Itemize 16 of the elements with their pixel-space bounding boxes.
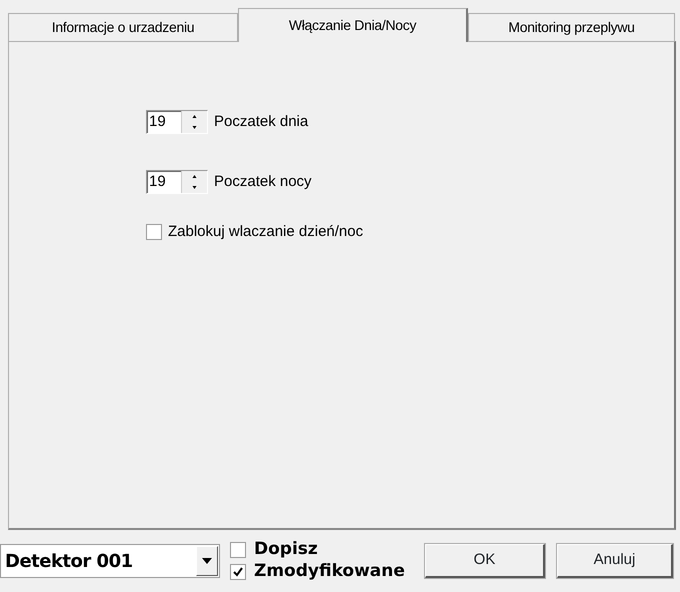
device-dropdown[interactable]: Detektor 001	[0, 544, 220, 578]
checkbox[interactable]	[230, 564, 246, 580]
number-spinner[interactable]: 19	[146, 110, 208, 134]
option-label: Dopisz	[254, 538, 318, 562]
number-spinner[interactable]: 19	[146, 170, 208, 194]
spinner-label: Poczatek dnia	[214, 112, 308, 132]
tab[interactable]: Informacje o urzadzeniu	[8, 13, 238, 41]
checkbox[interactable]	[146, 224, 162, 240]
cancel-button[interactable]: Anuluj	[557, 544, 673, 578]
spinner-label: Poczatek nocy	[214, 172, 312, 192]
ok-button[interactable]: OK	[425, 544, 545, 578]
tab[interactable]: Włączanie Dnia/Nocy	[238, 8, 468, 42]
option-label: Zmodyfikowane	[254, 560, 405, 584]
checkbox-label: Zablokuj wlaczanie dzień/noc	[168, 222, 364, 242]
checkbox[interactable]	[230, 542, 246, 558]
tab[interactable]: Monitoring przeplywu	[468, 13, 675, 41]
